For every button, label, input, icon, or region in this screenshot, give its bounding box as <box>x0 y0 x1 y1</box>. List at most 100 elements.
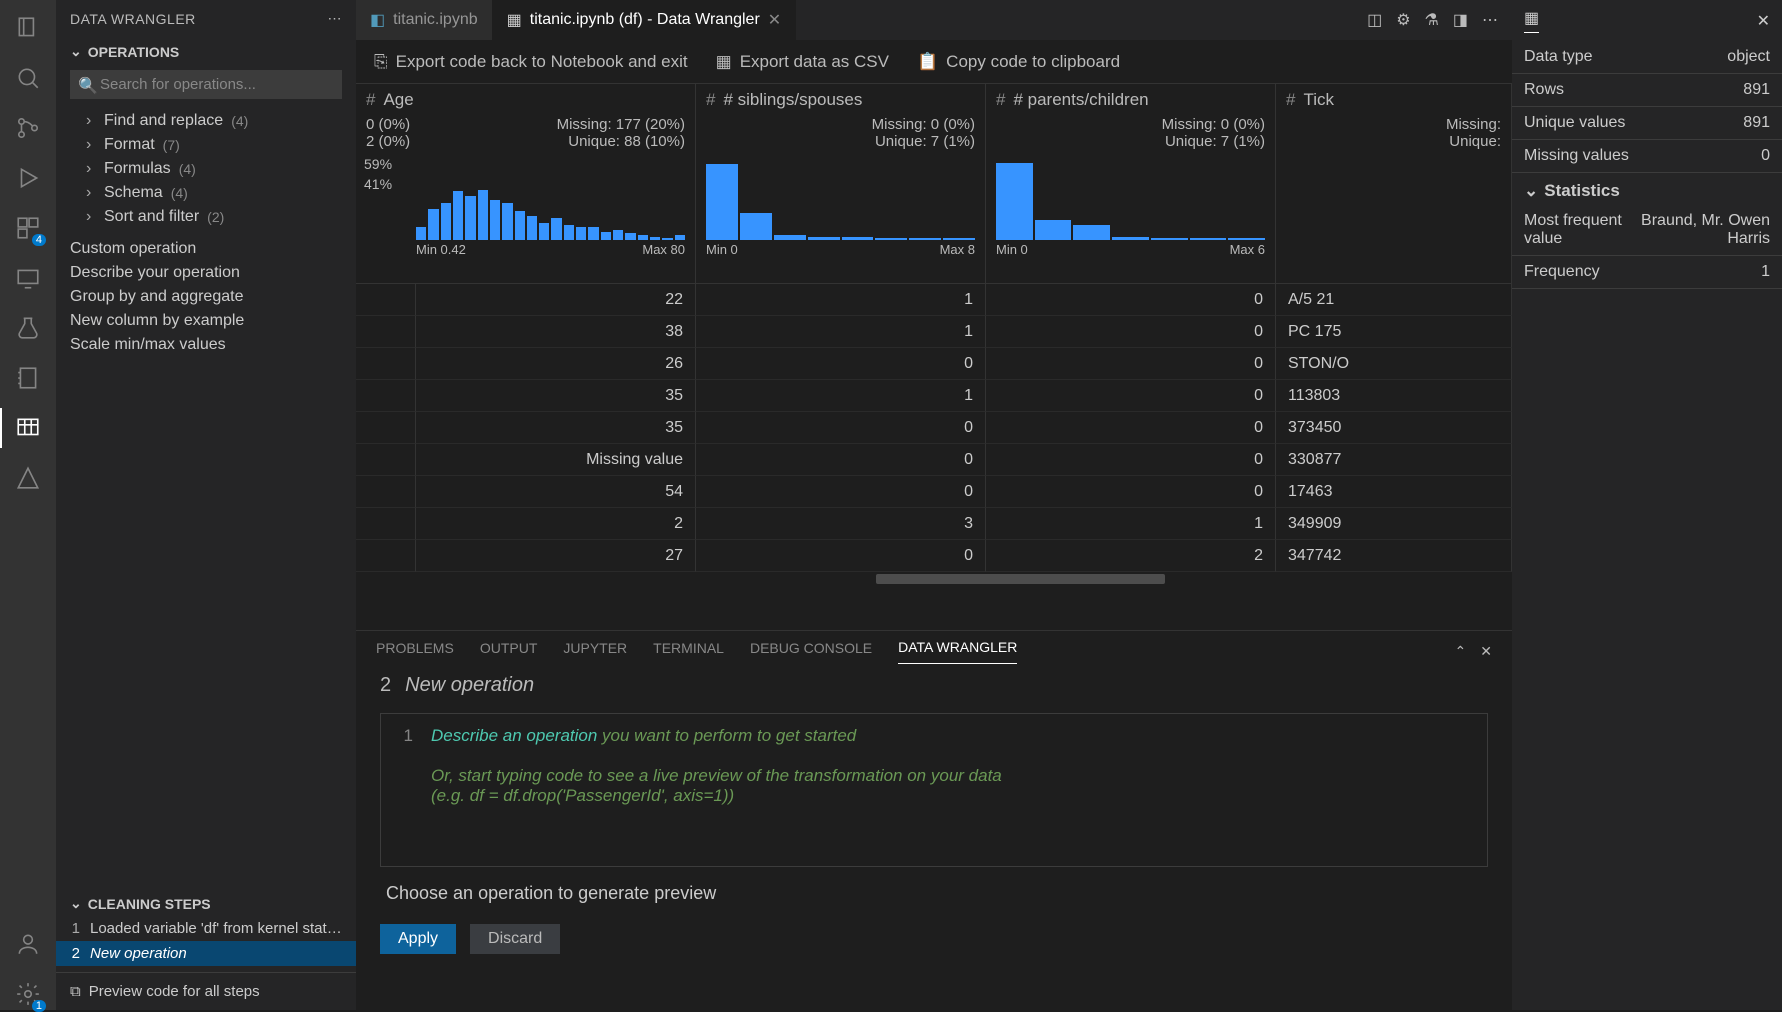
notebook-icon[interactable] <box>12 362 44 394</box>
run-debug-icon[interactable] <box>12 162 44 194</box>
column-header[interactable]: ## siblings/spouses Missing: 0 (0%) Uniq… <box>696 84 986 283</box>
layout-icon[interactable]: ◫ <box>1367 10 1382 30</box>
account-icon[interactable] <box>12 928 44 960</box>
operation-item[interactable]: Describe your operation <box>56 261 356 285</box>
table-row[interactable]: 540017463 <box>356 476 1512 508</box>
more-icon[interactable]: ⋯ <box>1482 10 1498 30</box>
extensions-icon[interactable]: 4 <box>12 212 44 244</box>
close-icon[interactable]: ✕ <box>1480 643 1492 660</box>
remote-icon[interactable] <box>12 262 44 294</box>
export-icon: ⎘ <box>374 52 388 72</box>
explorer-icon[interactable] <box>12 12 44 44</box>
cleaning-steps-section[interactable]: ⌄ CLEANING STEPS <box>56 891 356 916</box>
cleaning-step[interactable]: 1Loaded variable 'df' from kernel stat… <box>56 916 356 941</box>
settings-badge: 1 <box>32 1000 46 1012</box>
source-control-icon[interactable] <box>12 112 44 144</box>
tab-bar: ◧ titanic.ipynb ▦ titanic.ipynb (df) - D… <box>356 0 1512 40</box>
panel-tab[interactable]: PROBLEMS <box>376 640 454 664</box>
close-icon[interactable]: ✕ <box>768 10 781 30</box>
column-header[interactable]: ## parents/children Missing: 0 (0%) Uniq… <box>986 84 1276 283</box>
operation-category[interactable]: ›Find and replace (4) <box>56 109 356 133</box>
column-header[interactable]: #Age 0 (0%)Missing: 177 (20%) 2 (0%)Uniq… <box>356 84 696 283</box>
search-icon[interactable] <box>12 62 44 94</box>
testing-icon[interactable] <box>12 312 44 344</box>
search-icon: 🔍 <box>78 76 98 96</box>
operations-section[interactable]: ⌄ OPERATIONS <box>56 39 356 64</box>
operation-category[interactable]: ›Format (7) <box>56 133 356 157</box>
chevron-right-icon: › <box>86 184 96 202</box>
main-area: ◧ titanic.ipynb ▦ titanic.ipynb (df) - D… <box>356 0 1512 1010</box>
chevron-right-icon: › <box>86 160 96 178</box>
new-operation-title: New operation <box>405 674 534 697</box>
chevron-right-icon: › <box>86 112 96 130</box>
operations-search-input[interactable] <box>70 70 342 99</box>
settings-icon[interactable]: 1 <box>12 978 44 1010</box>
operation-item[interactable]: New column by example <box>56 309 356 333</box>
panel-tab[interactable]: DEBUG CONSOLE <box>750 640 872 664</box>
export-csv-button[interactable]: ▦Export data as CSV <box>716 52 889 72</box>
table-row[interactable]: 231349909 <box>356 508 1512 540</box>
panel-tab[interactable]: JUPYTER <box>563 640 627 664</box>
more-icon[interactable]: ⋯ <box>328 10 343 27</box>
operation-category[interactable]: ›Sort and filter (2) <box>56 205 356 229</box>
horizontal-scrollbar[interactable] <box>356 572 1512 586</box>
operation-category[interactable]: ›Formulas (4) <box>56 157 356 181</box>
tab-notebook[interactable]: ◧ titanic.ipynb <box>356 0 493 40</box>
column-histogram: Min 0Max 8 <box>696 150 985 283</box>
activity-bar: 4 1 <box>0 0 56 1010</box>
preview-all-steps[interactable]: ⧉ Preview code for all steps <box>56 972 356 1010</box>
chevron-down-icon: ⌄ <box>1524 181 1538 201</box>
operation-item[interactable]: Custom operation <box>56 237 356 261</box>
chevron-up-icon[interactable]: ⌃ <box>1455 643 1467 660</box>
sidebar: DATA WRANGLER ⋯ ⌄ OPERATIONS 🔍 ›Find and… <box>56 0 356 1010</box>
table-row[interactable]: 2702347742 <box>356 540 1512 572</box>
table-row[interactable]: 2210A/5 21 <box>356 284 1512 316</box>
code-icon: ⧉ <box>70 983 81 1000</box>
extensions-badge: 4 <box>32 234 46 246</box>
chevron-down-icon: ⌄ <box>70 895 82 912</box>
statistics-section[interactable]: ⌄Statistics <box>1512 173 1782 205</box>
table-row[interactable]: Missing value00330877 <box>356 444 1512 476</box>
table-icon[interactable]: ▦ <box>1524 8 1539 33</box>
apply-button[interactable]: Apply <box>380 924 456 954</box>
hash-icon: # <box>1286 90 1295 110</box>
operation-category[interactable]: ›Schema (4) <box>56 181 356 205</box>
copy-icon: 📋 <box>917 52 938 72</box>
azure-icon[interactable] <box>12 462 44 494</box>
gear-icon[interactable]: ⚙ <box>1396 10 1410 30</box>
table-row[interactable]: 3810PC 175 <box>356 316 1512 348</box>
copy-code-button[interactable]: 📋Copy code to clipboard <box>917 52 1120 72</box>
discard-button[interactable]: Discard <box>470 924 560 954</box>
cleaning-step[interactable]: 2New operation <box>56 941 356 966</box>
hash-icon: # <box>706 90 715 110</box>
tab-data-wrangler[interactable]: ▦ titanic.ipynb (df) - Data Wrangler ✕ <box>493 0 797 40</box>
split-icon[interactable]: ◨ <box>1453 10 1468 30</box>
close-icon[interactable]: ✕ <box>1757 11 1770 31</box>
operation-item[interactable]: Group by and aggregate <box>56 285 356 309</box>
column-histogram: Min 0Max 6 <box>986 150 1275 283</box>
column-header[interactable]: #Tick Missing: Unique: <box>1276 84 1512 283</box>
operation-item[interactable]: Scale min/max values <box>56 333 356 357</box>
chevron-right-icon: › <box>86 208 96 226</box>
table-row[interactable]: 3500373450 <box>356 412 1512 444</box>
table-icon: ▦ <box>507 10 522 30</box>
panel-tab[interactable]: TERMINAL <box>653 640 724 664</box>
chevron-down-icon: ⌄ <box>70 43 82 60</box>
hash-icon: # <box>366 90 375 110</box>
column-histogram: 59%41%Min 0.42Max 80 <box>356 150 695 283</box>
export-to-notebook-button[interactable]: ⎘Export code back to Notebook and exit <box>374 52 688 72</box>
file-icon: ◧ <box>370 10 385 30</box>
code-editor[interactable]: 1Describe an operation you want to perfo… <box>380 713 1488 867</box>
beaker-icon[interactable]: ⚗ <box>1425 10 1439 30</box>
table-icon: ▦ <box>716 52 732 72</box>
data-wrangler-icon[interactable] <box>12 412 44 444</box>
chevron-right-icon: › <box>86 136 96 154</box>
bottom-panel: PROBLEMS OUTPUT JUPYTER TERMINAL DEBUG CONSO… <box>356 630 1512 1010</box>
panel-tab[interactable]: OUTPUT <box>480 640 538 664</box>
toolbar: ⎘Export code back to Notebook and exit ▦… <box>356 40 1512 84</box>
hash-icon: # <box>996 90 1005 110</box>
table-row[interactable]: 2600STON/O <box>356 348 1512 380</box>
table-row[interactable]: 3510113803 <box>356 380 1512 412</box>
panel-tab[interactable]: DATA WRANGLER <box>898 639 1017 664</box>
preview-message: Choose an operation to generate preview <box>356 873 1512 914</box>
